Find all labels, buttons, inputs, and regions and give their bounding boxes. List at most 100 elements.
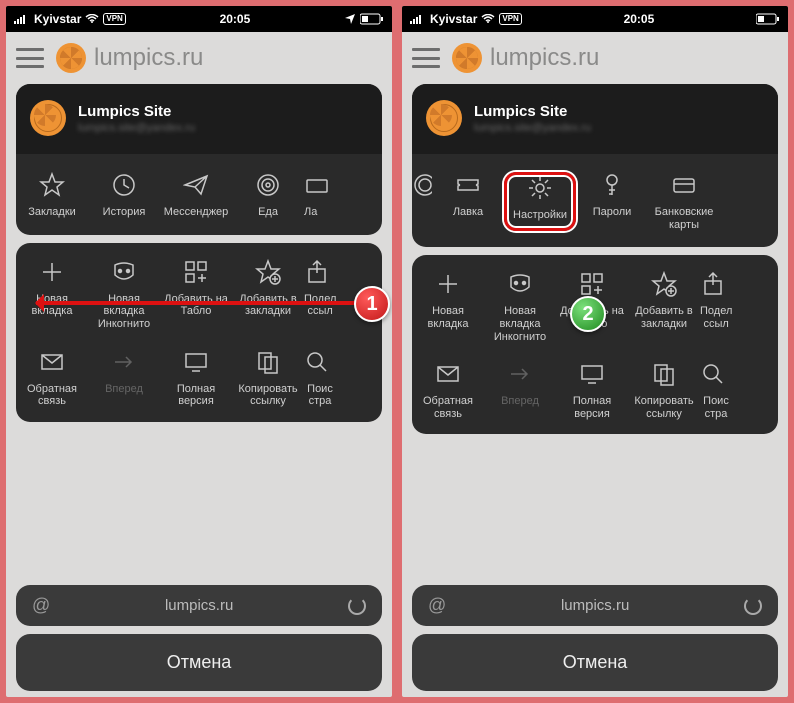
arrow-right-icon	[507, 361, 533, 387]
copy-link-button[interactable]: Копировать ссылку	[232, 349, 304, 408]
account-header[interactable]: Lumpics Site lumpics.site@yandex.ru	[16, 84, 382, 154]
ticket-icon	[455, 172, 481, 198]
avatar-icon	[426, 100, 462, 136]
new-tab-button[interactable]: Новая вкладка	[412, 271, 484, 343]
battery-icon	[360, 13, 384, 25]
logo-icon	[56, 43, 86, 73]
clock-label: 20:05	[624, 12, 655, 26]
logo-icon	[452, 43, 482, 73]
settings-button[interactable]: Настройки	[504, 172, 576, 231]
callout-2: 2	[570, 296, 606, 332]
copy-icon	[255, 349, 281, 375]
menu-sheet-top: Lumpics Site lumpics.site@yandex.ru Лавк…	[412, 84, 778, 247]
cards-button[interactable]: Банковские карты	[648, 172, 720, 231]
callout-1: 1	[354, 286, 390, 322]
vpn-badge: VPN	[103, 13, 125, 25]
account-email: lumpics.site@yandex.ru	[78, 122, 195, 134]
vpn-badge: VPN	[499, 13, 521, 25]
browser-header: lumpics.ru	[6, 32, 392, 84]
signal-icon	[14, 14, 30, 24]
arrow-right-icon	[111, 349, 137, 375]
send-icon	[183, 172, 209, 198]
mail-icon	[435, 361, 461, 387]
incognito-button[interactable]: Новая вкладка Инкогнито	[484, 271, 556, 343]
desktop-version-button[interactable]: Полная версия	[160, 349, 232, 408]
carrier-label: Kyivstar	[430, 12, 477, 26]
copy-link-button[interactable]: Копировать ссылку	[628, 361, 700, 420]
reload-icon[interactable]	[348, 597, 366, 615]
key-icon	[599, 172, 625, 198]
card-icon	[671, 172, 697, 198]
add-tablo-button[interactable]: Добавить на Табло	[160, 259, 232, 331]
location-icon	[344, 13, 356, 25]
account-header[interactable]: Lumpics Site lumpics.site@yandex.ru	[412, 84, 778, 154]
brand-text: lumpics.ru	[94, 44, 203, 72]
status-bar: Kyivstar VPN 20:05	[402, 6, 788, 32]
search-icon	[304, 349, 330, 375]
add-bookmark-button[interactable]: Добавить в закладки	[628, 271, 700, 343]
battery-icon	[756, 13, 780, 25]
ticket-icon	[304, 172, 330, 198]
swipe-arrow	[36, 301, 364, 305]
star-add-icon	[255, 259, 281, 285]
plus-icon	[435, 271, 461, 297]
url-bar[interactable]: @lumpics.ru	[412, 585, 778, 626]
signal-icon	[410, 14, 426, 24]
brand-text: lumpics.ru	[490, 44, 599, 72]
share-icon	[700, 271, 726, 297]
brand[interactable]: lumpics.ru	[452, 43, 599, 73]
avatar-icon	[30, 100, 66, 136]
add-bookmark-button[interactable]: Добавить в закладки	[232, 259, 304, 331]
reload-icon[interactable]	[744, 597, 762, 615]
status-bar: Kyivstar VPN 20:05	[6, 6, 392, 32]
history-button[interactable]: История	[88, 172, 160, 219]
history-icon	[111, 172, 137, 198]
passwords-button[interactable]: Пароли	[576, 172, 648, 231]
feedback-button[interactable]: Обратная связь	[16, 349, 88, 408]
lavka-button[interactable]: Лавка	[432, 172, 504, 231]
url-bar[interactable]: @lumpics.ru	[16, 585, 382, 626]
bookmarks-button[interactable]: Закладки	[16, 172, 88, 219]
carrier-label: Kyivstar	[34, 12, 81, 26]
feedback-button[interactable]: Обратная связь	[412, 361, 484, 420]
shortcuts-row[interactable]: Лавка Настройки Пароли Банковские карты	[412, 154, 778, 247]
spiral-icon	[255, 172, 281, 198]
menu-sheet-actions: Новая вкладка Новая вкладка Инкогнито До…	[16, 243, 382, 422]
account-email: lumpics.site@yandex.ru	[474, 122, 591, 134]
menu-sheet-top: Lumpics Site lumpics.site@yandex.ru Закл…	[16, 84, 382, 235]
shortcuts-row[interactable]: Закладки История Мессенджер Еда Ла	[16, 154, 382, 235]
plus-icon	[39, 259, 65, 285]
wifi-icon	[85, 14, 99, 24]
cancel-button[interactable]: Отмена	[412, 634, 778, 691]
food-button[interactable]: Еда	[232, 172, 304, 219]
account-name: Lumpics Site	[78, 103, 195, 120]
phone-left: Kyivstar VPN 20:05 lumpics.ru Lumpics Si…	[6, 6, 392, 697]
brand[interactable]: lumpics.ru	[56, 43, 203, 73]
menu-icon[interactable]	[16, 48, 44, 68]
clock-label: 20:05	[220, 12, 251, 26]
star-add-icon	[651, 271, 677, 297]
tiles-icon	[579, 271, 605, 297]
cancel-button[interactable]: Отмена	[16, 634, 382, 691]
at-icon: @	[428, 595, 446, 616]
menu-icon[interactable]	[412, 48, 440, 68]
share-button-partial[interactable]: Подел ссыл	[700, 271, 732, 343]
forward-button: Вперед	[484, 361, 556, 420]
find-button-partial[interactable]: Поис стра	[304, 349, 336, 408]
star-icon	[39, 172, 65, 198]
mask-icon	[111, 259, 137, 285]
desktop-version-button[interactable]: Полная версия	[556, 361, 628, 420]
food-button-partial[interactable]	[412, 172, 432, 231]
lavka-button-partial[interactable]: Ла	[304, 172, 336, 219]
messenger-button[interactable]: Мессенджер	[160, 172, 232, 219]
incognito-button[interactable]: Новая вкладка Инкогнито	[88, 259, 160, 331]
tiles-icon	[183, 259, 209, 285]
menu-sheet-actions: Новая вкладка Новая вкладка Инкогнито До…	[412, 255, 778, 434]
search-icon	[700, 361, 726, 387]
phone-right: Kyivstar VPN 20:05 lumpics.ru Lumpics Si…	[402, 6, 788, 697]
share-button-partial[interactable]: Подел ссыл	[304, 259, 336, 331]
monitor-icon	[183, 349, 209, 375]
find-button-partial[interactable]: Поис стра	[700, 361, 732, 420]
share-icon	[304, 259, 330, 285]
copy-icon	[651, 361, 677, 387]
